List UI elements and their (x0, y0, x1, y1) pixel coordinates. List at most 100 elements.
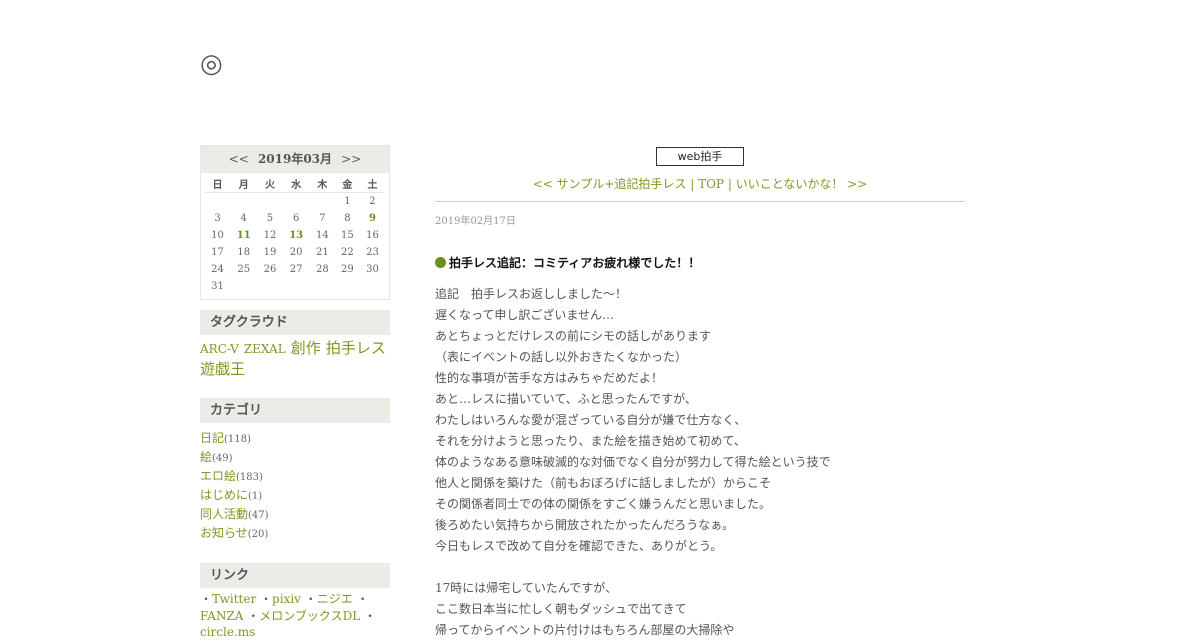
category-count: (183) (236, 472, 263, 483)
calendar-day: 25 (237, 264, 251, 275)
calendar-day: 16 (366, 230, 379, 241)
calendar-month-label: 2019年03月 (257, 152, 333, 166)
entry-title: 拍手レス追記：コミティアお疲れ様でした！！ (435, 255, 965, 271)
web-clap-button[interactable]: web拍手 (656, 147, 744, 166)
entry-body: 追記 拍手レスお返ししました～！ 遅くなって申し訳ございません… あとちょっとだけレ… (435, 284, 965, 641)
entry-line: ここ数日本当に忙しく朝もダッシュで出てきて (435, 602, 687, 616)
calendar-week: 24 25 26 27 28 29 30 (205, 261, 385, 278)
link-list: ・Twitter ・pixiv ・ニジエ ・FANZA ・メロンブックスDL ・… (200, 591, 380, 641)
entry-line: わたしはいろんな愛が混ざっている自分が嫌で仕方なく、 (435, 413, 747, 427)
calendar-day (335, 278, 360, 295)
entry-line: 追記 拍手レスお返ししました～！ (435, 287, 628, 301)
calendar-header: << 2019年03月 >> (201, 146, 389, 173)
external-link[interactable]: ニジエ (317, 592, 353, 606)
calendar-day: 4 (240, 213, 247, 224)
calendar-day: 29 (341, 264, 354, 275)
category-list: 日記(118) 絵(49) エロ絵(183) はじめに(1) 同人活動(47) お知らせ(… (200, 429, 390, 543)
calendar-day-link[interactable]: 9 (360, 210, 385, 227)
calendar-day (310, 193, 335, 211)
calendar-day (360, 278, 385, 295)
entry-line: 今日もレスで改めて自分を確認できた、ありがとう。 (435, 539, 723, 553)
entry-line: 体のようなある意味破滅的な対価でなく自分が努力して得た絵という技で (435, 455, 831, 469)
tag-link[interactable]: ZEXAL (244, 342, 286, 356)
prev-entry-link[interactable]: << サンプル+追記拍手レス (533, 177, 687, 191)
calendar-day (282, 278, 309, 295)
tag-link[interactable]: 拍手レス (326, 339, 386, 357)
entry-line: 17時には帰宅していたんですが、 (435, 581, 618, 595)
category-link[interactable]: お知らせ (200, 526, 248, 540)
calendar-day: 7 (319, 213, 326, 224)
tagcloud: ARC-V ZEXAL 創作 拍手レス 遊戯王 (200, 338, 390, 379)
calendar-weekday: 火 (257, 175, 283, 193)
category-link[interactable]: エロ絵 (200, 469, 236, 483)
calendar-next-link[interactable]: >> (341, 152, 361, 166)
category-link[interactable]: 同人活動 (200, 507, 248, 521)
calendar-day (205, 193, 230, 211)
calendar-day-link[interactable]: 11 (230, 227, 257, 244)
category-item: 日記(118) (200, 429, 390, 448)
external-link[interactable]: FANZA (200, 609, 243, 623)
category-item: 同人活動(47) (200, 505, 390, 524)
category-link[interactable]: 絵 (200, 450, 212, 464)
links-title: リンク (200, 563, 390, 588)
category-item: お知らせ(20) (200, 524, 390, 543)
calendar-day: 27 (289, 264, 303, 275)
clap-area: web拍手 (435, 145, 965, 166)
tag-link[interactable]: 創作 (291, 339, 321, 357)
calendar-day: 31 (211, 281, 224, 292)
calendar-weekday: 日 (205, 175, 231, 193)
calendar-day: 2 (369, 196, 376, 207)
category-count: (49) (212, 453, 233, 464)
category-count: (1) (248, 491, 263, 502)
entry-line (435, 557, 965, 578)
calendar-day: 26 (263, 264, 277, 275)
category-link[interactable]: 日記 (200, 431, 224, 445)
link-item: ・pixiv (260, 592, 301, 606)
calendar-prev-link[interactable]: << (229, 152, 249, 166)
calendar: << 2019年03月 >> 日月火水木金土 1 2 3 4 5 6 7 8 9 10 11 12 13… (200, 145, 390, 300)
category-item: エロ絵(183) (200, 467, 390, 486)
next-entry-link[interactable]: いいことないかな！ >> (736, 177, 868, 191)
calendar-weekday: 月 (230, 175, 258, 193)
category-item: はじめに(1) (200, 486, 390, 505)
main-content: web拍手 << サンプル+追記拍手レス | TOP | いいことないかな！ >… (435, 145, 965, 641)
entry-date: 2019年02月17日 (435, 216, 516, 227)
entry-line: 他人と関係を築けた（前もおぼろげに話しましたが）からこそ (435, 476, 772, 490)
category-count: (20) (247, 529, 269, 540)
calendar-weekday: 水 (282, 175, 310, 193)
calendar-day: 3 (214, 213, 221, 224)
calendar-weekday: 土 (359, 175, 385, 193)
category-count: (47) (248, 510, 269, 521)
calendar-day: 18 (237, 247, 251, 258)
calendar-day: 17 (211, 247, 224, 258)
external-link[interactable]: Twitter (212, 592, 256, 606)
bullet-icon (435, 257, 446, 268)
external-link[interactable]: メロンブックスDL (259, 609, 360, 623)
entry-line: 後ろめたい気持ちから開放されたかったんだろうなぁ。 (435, 518, 735, 532)
calendar-week: 17 18 19 20 21 22 23 (205, 244, 385, 261)
entry-line: 性的な事項が苦手な方はみちゃだめだよ！ (435, 371, 664, 385)
calendar-day: 20 (289, 247, 303, 258)
tag-link[interactable]: ARC-V (200, 342, 239, 356)
calendar-day-link[interactable]: 13 (282, 227, 309, 244)
calendar-day (257, 193, 282, 211)
calendar-weekday: 木 (309, 175, 335, 193)
entry-line: 帰ってからイベントの片付けはもちろん部屋の大掃除や (435, 623, 735, 637)
external-link[interactable]: circle.ms (200, 625, 255, 639)
calendar-week: 31 (205, 278, 385, 295)
entry-line: その関係者同士での体の関係をすごく嫌うんだと思いました。 (435, 497, 772, 511)
entry-title-text: 拍手レス追記：コミティアお疲れ様でした！！ (449, 256, 701, 270)
calendar-weekday: 金 (334, 175, 360, 193)
calendar-week: 3 4 5 6 7 89 (205, 210, 385, 227)
calendar-day: 22 (341, 247, 354, 258)
entry-line: 遅くなって申し訳ございません… (435, 308, 615, 322)
calendar-day: 21 (316, 247, 329, 258)
category-link[interactable]: はじめに (200, 488, 248, 502)
calendar-day: 30 (366, 264, 379, 275)
tag-link[interactable]: 遊戯王 (200, 360, 245, 378)
site-title[interactable]: ◎ (200, 48, 223, 80)
external-link[interactable]: pixiv (272, 592, 301, 606)
calendar-day (257, 278, 282, 295)
top-link[interactable]: TOP (698, 177, 724, 191)
calendar-day: 28 (316, 264, 329, 275)
